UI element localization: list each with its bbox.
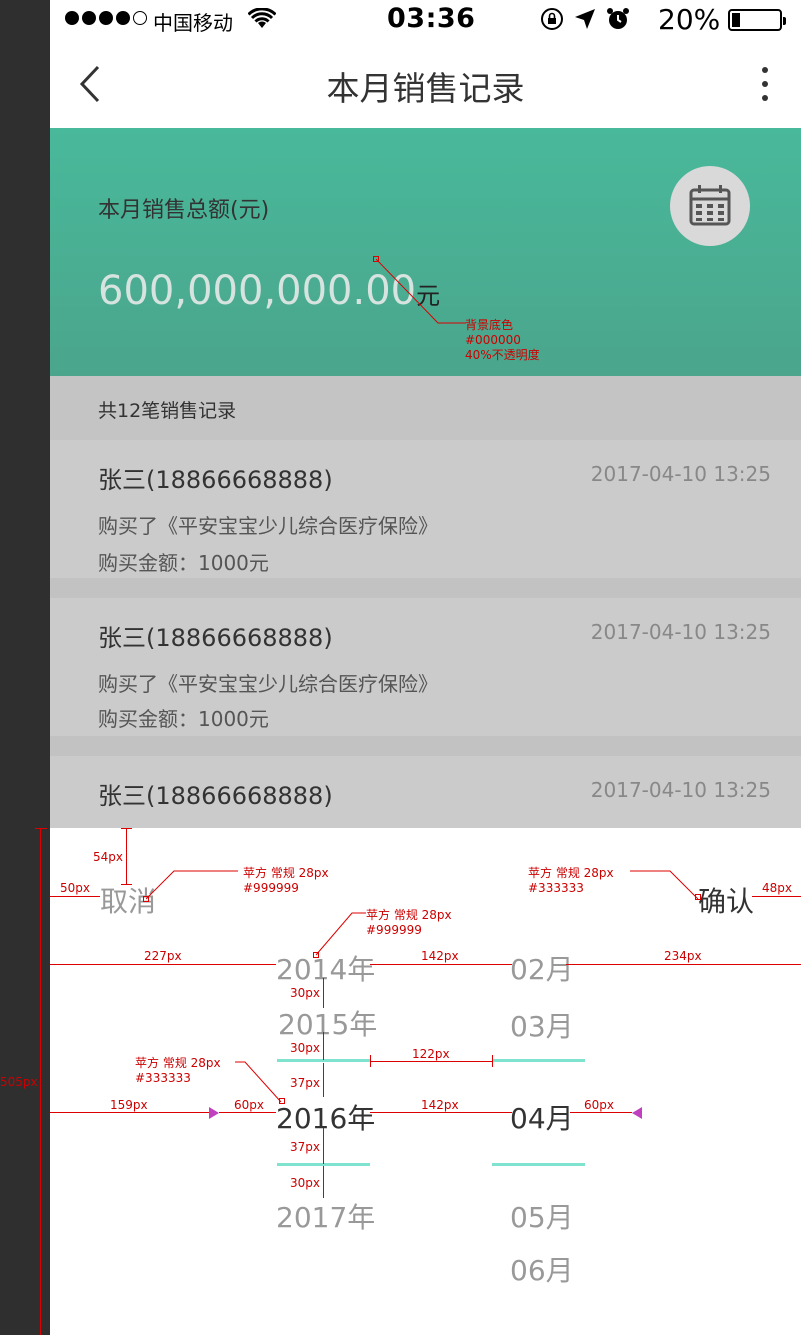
dimension-tick — [121, 884, 132, 885]
dimension-label: 48px — [762, 881, 792, 895]
page-title: 本月销售记录 — [326, 69, 525, 108]
list-item[interactable]: 张三(18866668888) 2017-04-10 13:25 — [50, 756, 801, 828]
clock: 03:36 — [387, 3, 476, 34]
year-option[interactable]: 2017年 — [276, 1196, 375, 1236]
customer-name: 张三(18866668888) — [98, 624, 333, 652]
year-option-selected[interactable]: 2016年 — [276, 1097, 375, 1137]
dimension-line — [323, 978, 324, 1008]
customer-name: 张三(18866668888) — [98, 466, 333, 494]
dimension-line — [566, 964, 801, 965]
total-amount-value: 600,000,000.00 — [98, 268, 417, 314]
dimension-line — [370, 964, 512, 965]
dimension-tick — [35, 828, 47, 829]
calendar-icon — [689, 185, 731, 226]
dimension-label: 505px — [0, 1075, 38, 1089]
dimension-label: 37px — [290, 1076, 320, 1090]
dimension-line — [50, 896, 100, 897]
signal-strength-icon — [65, 11, 147, 25]
month-option-selected[interactable]: 04月 — [510, 1097, 574, 1137]
dimension-label: 54px — [93, 850, 123, 864]
dimension-label: 30px — [290, 986, 320, 1000]
list-item[interactable]: 张三(18866668888) 2017-04-10 13:25 购买了《平安宝… — [50, 440, 801, 578]
navigation-bar: 本月销售记录 — [50, 40, 801, 128]
annotation-leader — [146, 870, 238, 900]
annotation-marker — [279, 1098, 285, 1104]
year-option[interactable]: 2015年 — [278, 1003, 377, 1043]
battery-icon — [728, 9, 786, 31]
alarm-icon — [606, 7, 630, 36]
annotation-marker — [695, 894, 701, 900]
dimension-label: 30px — [290, 1041, 320, 1055]
dimension-label: 227px — [144, 949, 182, 963]
record-count: 共12笔销售记录 — [98, 400, 237, 422]
divider — [50, 736, 801, 756]
phone-screen: 中国移动 03:36 20% 本月销售记录 本月销售总额(元) 600,000,… — [50, 0, 801, 1335]
record-date: 2017-04-10 13:25 — [590, 620, 771, 644]
dimension-line — [323, 1166, 324, 1198]
list-item[interactable]: 张三(18866668888) 2017-04-10 13:25 购买了《平安宝… — [50, 598, 801, 736]
annotation-leader — [376, 259, 466, 324]
dimension-line — [50, 964, 276, 965]
dimension-label: 122px — [412, 1047, 450, 1061]
carrier-name: 中国移动 — [153, 11, 233, 35]
sales-summary: 本月销售总额(元) 600,000,000.00元 — [50, 128, 801, 376]
record-count-bar: 共12笔销售记录 — [50, 376, 801, 440]
dimension-label: 50px — [60, 881, 90, 895]
dimension-line — [323, 1032, 324, 1060]
marker-arrow-icon — [632, 1107, 642, 1119]
marker-arrow-icon — [209, 1107, 219, 1119]
dimension-line — [323, 1128, 324, 1164]
dimension-label: 30px — [290, 1176, 320, 1190]
annotation-text: 背景底色 #000000 40%不透明度 — [465, 318, 540, 362]
dimension-label: 142px — [421, 949, 459, 963]
product-name: 购买了《平安宝宝少儿综合医疗保险》 — [98, 514, 438, 538]
record-date: 2017-04-10 13:25 — [590, 462, 771, 486]
annotation-text: 苹方 常规 28px #333333 — [135, 1056, 221, 1085]
dimension-tick — [121, 828, 132, 829]
annotation-leader — [315, 912, 366, 956]
rotation-lock-icon — [540, 7, 564, 36]
dimension-line — [40, 828, 41, 1335]
record-date: 2017-04-10 13:25 — [590, 778, 771, 802]
month-option[interactable]: 06月 — [510, 1249, 574, 1289]
annotation-leader — [630, 870, 699, 900]
month-option[interactable]: 05月 — [510, 1196, 574, 1236]
dimension-label: 60px — [584, 1098, 614, 1112]
month-selection-line-top — [492, 1059, 585, 1062]
location-icon — [574, 8, 596, 35]
month-option[interactable]: 03月 — [510, 1005, 574, 1045]
more-vertical-icon[interactable] — [762, 67, 768, 101]
annotation-text: 苹方 常规 28px #999999 — [243, 866, 329, 895]
dimension-label: 37px — [290, 1140, 320, 1154]
annotation-text: 苹方 常规 28px #333333 — [528, 866, 614, 895]
dimension-label: 159px — [110, 1098, 148, 1112]
total-label: 本月销售总额(元) — [98, 198, 270, 223]
purchase-amount: 购买金额：1000元 — [98, 707, 269, 731]
dimension-tick — [492, 1055, 493, 1067]
purchase-amount: 购买金额：1000元 — [98, 551, 269, 575]
dimension-label: 60px — [234, 1098, 264, 1112]
month-option[interactable]: 02月 — [510, 948, 574, 988]
product-name: 购买了《平安宝宝少儿综合医疗保险》 — [98, 672, 438, 696]
customer-name: 张三(18866668888) — [98, 782, 333, 810]
battery-percent: 20% — [658, 3, 721, 36]
status-bar: 中国移动 03:36 20% — [50, 0, 801, 40]
dimension-line — [323, 1063, 324, 1097]
wifi-icon — [247, 7, 277, 35]
divider — [50, 578, 801, 598]
calendar-button[interactable] — [670, 166, 750, 246]
annotation-text: 苹方 常规 28px #999999 — [366, 908, 452, 937]
dimension-line — [126, 828, 127, 884]
dimension-line — [752, 896, 801, 897]
dimension-label: 234px — [664, 949, 702, 963]
dimension-label: 142px — [421, 1098, 459, 1112]
month-selection-line-bottom — [492, 1163, 585, 1166]
annotation-marker — [313, 952, 319, 958]
dimension-tick — [370, 1055, 371, 1067]
confirm-button[interactable]: 确认 — [698, 880, 754, 920]
